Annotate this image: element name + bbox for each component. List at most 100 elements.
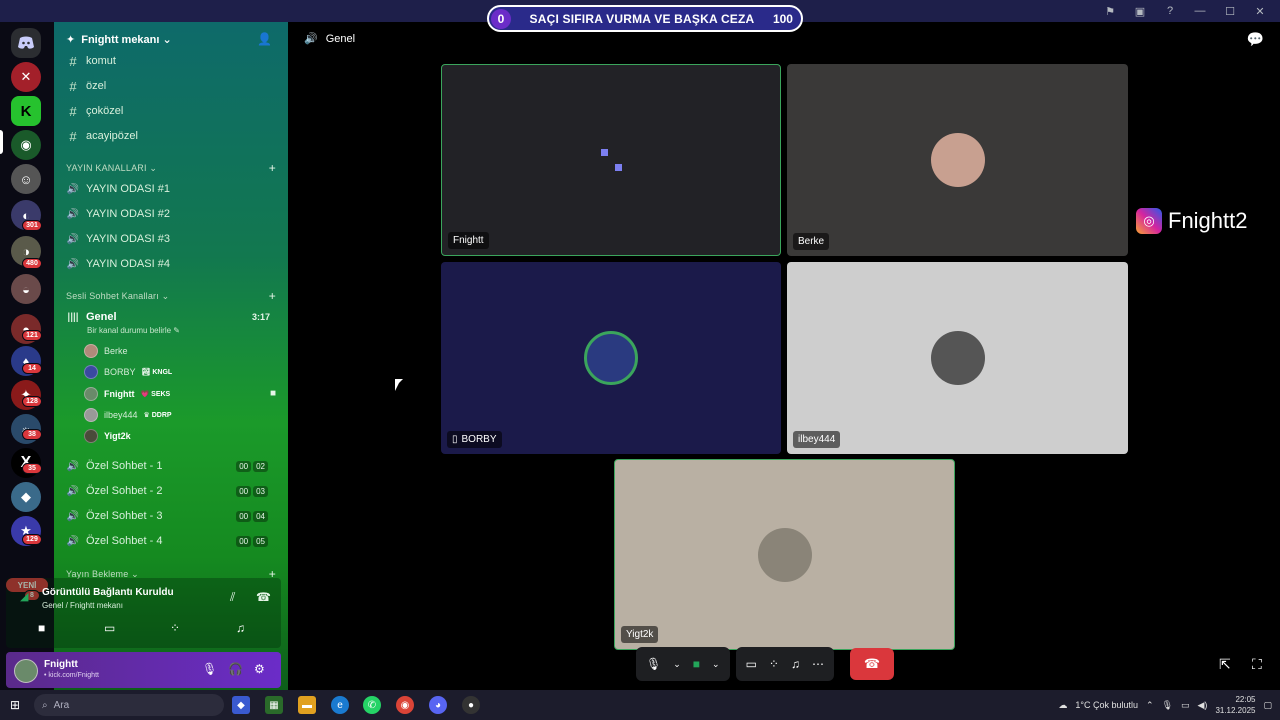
activities-icon[interactable]: ⁘ [170,621,180,635]
private-channel-2[interactable]: 🔊 Özel Sohbet - 2 00 03 [66,481,280,501]
clock[interactable]: 22:05 31.12.2025 [1215,694,1255,716]
category-stream[interactable]: YAYIN KANALLARI ⌄ + [66,161,276,175]
server-icon-1[interactable]: ✕ [11,62,41,92]
voice-user-borby[interactable]: BORBY 🏞 KNGL [84,363,172,381]
invite-icon[interactable]: 👤 [257,32,272,46]
text-channel-ozel[interactable]: # özel [66,76,280,96]
microphone-icon[interactable]: 🎙 [202,662,217,676]
stream-channel-2[interactable]: 🔊 YAYIN ODASI #2 [66,204,280,224]
weather-text[interactable]: 1°C Çok bulutlu [1075,700,1138,710]
text-channel-komut[interactable]: # komut [66,51,280,71]
user-name: ilbey444 [104,410,138,420]
voice-activity-icon: |||| [67,311,79,323]
help-icon[interactable]: ? [1162,5,1178,17]
pop-out-icon[interactable]: ⇱ [1219,656,1231,673]
noise-suppression-icon[interactable]: ⫽ [230,590,235,605]
windows-start-icon[interactable]: ⊞ [10,698,24,712]
server-icon-active[interactable]: ◉ [11,130,41,160]
stream-channel-1[interactable]: 🔊 YAYIN ODASI #1 [66,179,280,199]
whatsapp-icon[interactable]: ✆ [363,696,381,714]
private-channel-1[interactable]: 🔊 Özel Sohbet - 1 00 02 [66,456,280,476]
video-tile-ilbey444[interactable]: ilbey444 [787,262,1128,454]
copilot-icon[interactable]: ◆ [232,696,250,714]
fullscreen-icon[interactable]: ⛶ [1252,656,1262,673]
taskbar-search[interactable]: ⌕ Ara [34,694,224,716]
chrome-icon[interactable]: ◉ [396,696,414,714]
store-icon[interactable]: ▦ [265,696,283,714]
channel-label: Genel [86,311,117,323]
headphones-icon[interactable]: 🎧 [228,662,243,676]
instagram-icon: ◎ [1136,208,1162,234]
voice-channel-genel[interactable]: |||| Genel 3:17 [66,307,280,327]
stream-channel-3[interactable]: 🔊 YAYIN ODASI #3 [66,229,280,249]
channel-label: acayipözel [86,130,138,142]
hash-icon: # [69,103,77,119]
soundboard-icon[interactable]: ♫ [791,657,800,671]
screen-share-icon[interactable]: ▭ [746,657,757,671]
notification-icon[interactable]: ▢ [1263,700,1272,711]
stream-overlay-banner: 0 SAÇI SIFIRA VURMA VE BAŞKA CEZA 100 [487,5,803,32]
avatar [84,408,98,422]
signal-icon[interactable]: ◢ [20,590,28,603]
add-channel-icon[interactable]: + [269,289,276,303]
video-tile-fnightt[interactable]: Fnightt [441,64,781,256]
server-badge-7: 35 [22,463,42,474]
minimize-button[interactable]: — [1192,5,1208,17]
user-limit: 00 03 [236,485,268,497]
microphone-icon[interactable]: 🎙 [1162,700,1173,711]
chat-bubble-icon[interactable]: 💬 [1247,31,1264,48]
disconnect-button[interactable]: ☎ [849,648,894,680]
microphone-icon[interactable]: 🎙 [646,657,661,671]
camera-icon[interactable]: ■ [693,657,700,671]
voice-user-ilbey444[interactable]: ilbey444 ♛ DDRP [84,406,172,424]
edge-icon[interactable]: e [331,696,349,714]
avatar[interactable] [14,659,38,683]
discord-taskbar-icon[interactable]: ◕ [429,696,447,714]
text-channel-acayipozel[interactable]: # acayipözel [66,126,280,146]
network-icon[interactable]: ▭ [1181,700,1190,711]
voice-user-berke[interactable]: Berke [84,342,128,360]
chevron-down-icon[interactable]: ⌄ [673,659,681,670]
add-channel-icon[interactable]: + [269,161,276,175]
channel-status-prompt[interactable]: Bir kanal durumu belirle ✎ [87,326,180,335]
server-icon-kick[interactable]: K [11,96,41,126]
obs-icon[interactable]: ● [462,696,480,714]
instagram-handle: Fnightt2 [1168,208,1248,233]
disconnect-icon[interactable]: ☎ [256,590,271,604]
private-channel-3[interactable]: 🔊 Özel Sohbet - 3 00 04 [66,506,280,526]
discord-home-icon[interactable] [11,28,41,58]
soundboard-icon[interactable]: ♫ [236,621,245,635]
camera-icon[interactable]: ■ [38,621,45,635]
server-icon-6[interactable]: ◒ [11,274,41,304]
inbox-icon[interactable]: ⚑ [1102,5,1118,18]
volume-icon[interactable]: ◀) [1198,700,1208,711]
search-icon: ⌕ [42,699,48,711]
screen-share-icon[interactable]: ▭ [104,621,115,635]
close-button[interactable]: ✕ [1252,5,1268,18]
more-options-icon[interactable]: ⋯ [812,657,824,671]
server-icon-11[interactable]: ◆ [11,482,41,512]
text-channel-cokozel[interactable]: # çoközel [66,101,280,121]
video-tile-yigt2k[interactable]: Yigt2k [614,459,955,650]
file-explorer-icon[interactable]: ▬ [298,696,316,714]
maximize-button[interactable]: ☐ [1222,5,1238,18]
voice-user-fnightt[interactable]: Fnightt 💗 SEKS [84,385,170,403]
windows-taskbar: ⊞ ⌕ Ara ◆ ▦ ▬ e ✆ ◉ ◕ ● ☁ 1°C Çok bulutl… [0,690,1280,720]
video-tile-berke[interactable]: Berke [787,64,1128,256]
activities-icon[interactable]: ⁘ [769,657,779,671]
user-limit: 00 04 [236,510,268,522]
private-channel-4[interactable]: 🔊 Özel Sohbet - 4 00 05 [66,531,280,551]
video-camera-icon: ■ [269,388,276,399]
server-name: Fnightt mekanı ⌄ [81,33,172,46]
tray-chevron-icon[interactable]: ⌃ [1146,700,1154,711]
video-tile-borby[interactable]: ▯ BORBY [441,262,781,454]
voice-user-yigt2k[interactable]: Yigt2k [84,427,131,445]
chevron-down-icon[interactable]: ⌄ [712,659,720,670]
category-voice[interactable]: Sesli Sohbet Kanalları ⌄ + [66,289,276,303]
system-tray: ☁ 1°C Çok bulutlu ⌃ 🎙 ▭ ◀) 22:05 31.12.2… [1058,690,1272,720]
settings-gear-icon[interactable]: ⚙ [254,662,265,676]
channel-label: YAYIN ODASI #4 [86,258,170,270]
screen-icon[interactable]: ▣ [1132,5,1148,18]
server-icon-3[interactable]: ☺ [11,164,41,194]
stream-channel-4[interactable]: 🔊 YAYIN ODASI #4 [66,254,280,274]
